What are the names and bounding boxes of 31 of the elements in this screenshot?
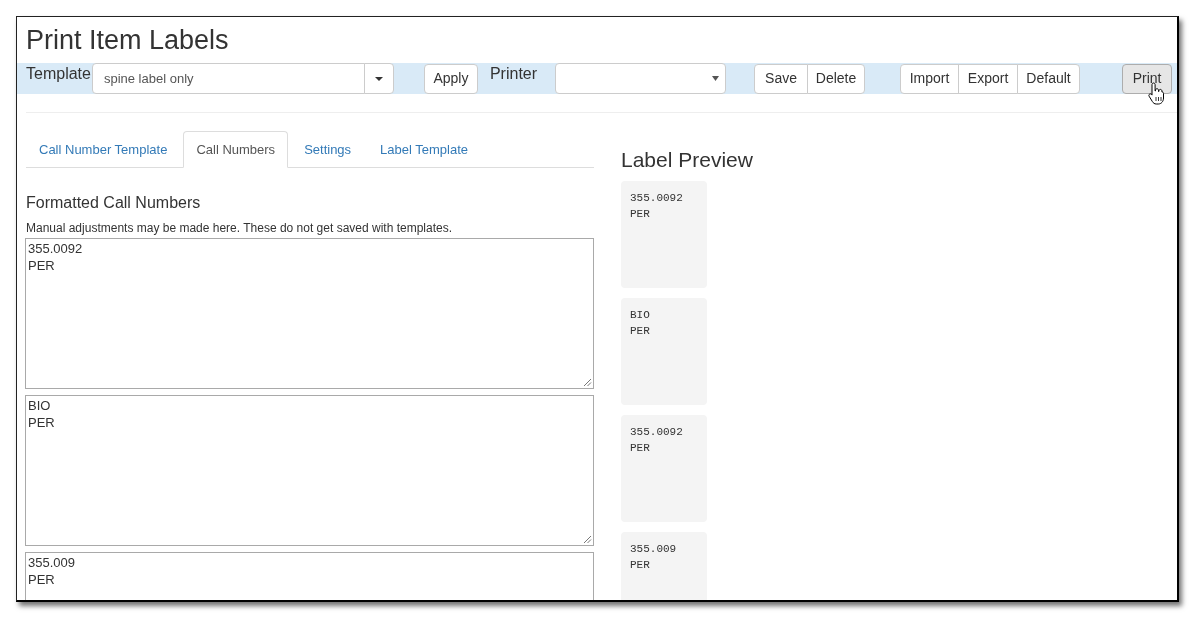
label-text: BIO PER bbox=[630, 308, 651, 339]
help-text: Manual adjustments may be made here. These do not get saved with templates. bbox=[26, 221, 454, 235]
label-text: 355.009 PER bbox=[630, 542, 678, 573]
caret-down-icon bbox=[712, 76, 720, 81]
toolbar-button[interactable]: Import bbox=[900, 63, 960, 94]
resize-grip-icon bbox=[583, 378, 592, 387]
toolbar-button[interactable]: Apply bbox=[423, 63, 478, 94]
call-number-textarea[interactable]: 355.009 PER bbox=[25, 552, 594, 600]
page-title: Print Item Labels bbox=[26, 26, 229, 54]
caret-down-icon bbox=[374, 76, 383, 81]
tab[interactable]: Settings bbox=[291, 131, 365, 168]
tab[interactable]: Call Number Template bbox=[26, 131, 181, 168]
template-combobox-field[interactable]: spine label only bbox=[91, 63, 365, 94]
template-dropdown-button[interactable] bbox=[363, 63, 394, 94]
toolbar-button[interactable]: Export bbox=[958, 63, 1019, 94]
printer-label: Printer bbox=[489, 64, 538, 84]
section-heading: Formatted Call Numbers bbox=[26, 194, 202, 212]
toolbar-button[interactable]: Delete bbox=[807, 63, 866, 94]
toolbar-button[interactable]: Save bbox=[754, 63, 809, 94]
call-number-textarea[interactable]: BIO PER bbox=[25, 395, 594, 546]
preview-heading: Label Preview bbox=[621, 148, 753, 172]
resize-grip-icon bbox=[583, 535, 592, 544]
call-number-textarea[interactable]: 355.0092 PER bbox=[25, 238, 594, 389]
label-text: 355.0092 PER bbox=[630, 425, 684, 456]
label-text: 355.0092 PER bbox=[630, 191, 684, 222]
printer-select-field[interactable] bbox=[555, 63, 727, 94]
template-label: Template bbox=[26, 64, 91, 84]
tab[interactable]: Call Numbers bbox=[183, 131, 289, 168]
toolbar-button[interactable]: Default bbox=[1017, 63, 1081, 94]
hand-cursor-icon bbox=[1148, 82, 1166, 105]
tab[interactable]: Label Template bbox=[367, 131, 482, 168]
